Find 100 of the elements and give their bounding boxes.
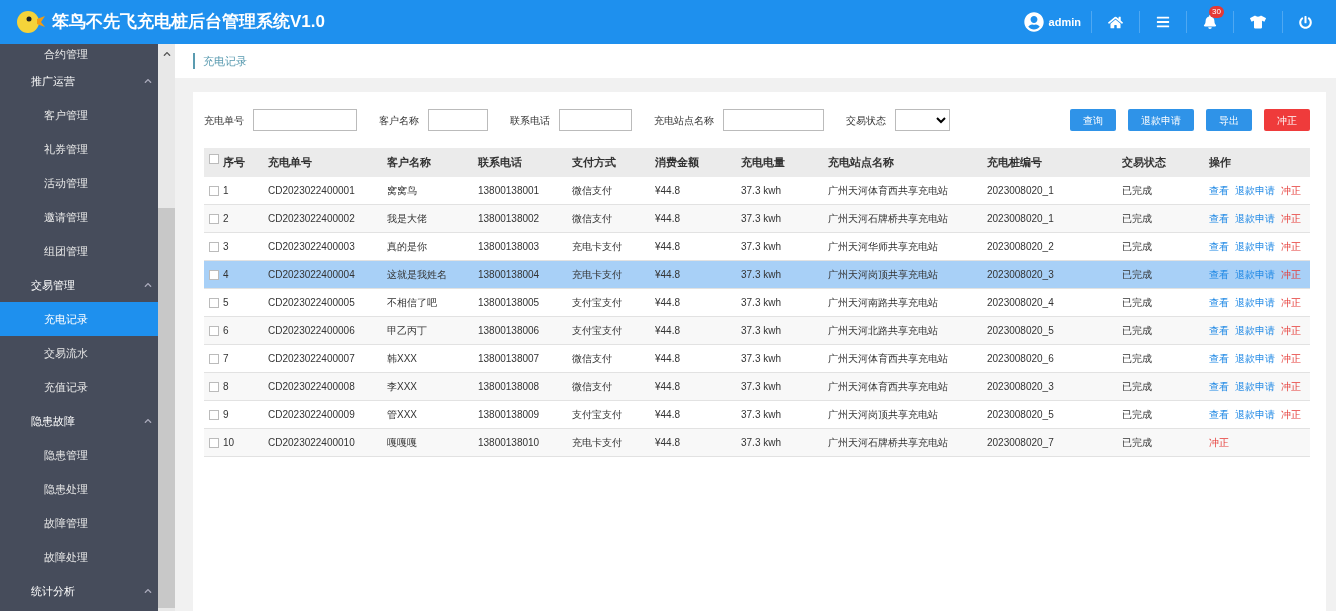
row-action-link[interactable]: 查看 (1209, 407, 1229, 422)
row-action-link[interactable]: 查看 (1209, 239, 1229, 254)
filter-input[interactable] (428, 109, 488, 131)
checkbox[interactable] (209, 297, 219, 308)
sidebar-item[interactable]: 礼券管理 (0, 132, 158, 166)
row-action-link[interactable]: 冲正 (1281, 183, 1301, 198)
action-button[interactable]: 冲正 (1264, 109, 1310, 131)
shirt-icon[interactable] (1250, 14, 1266, 30)
sidebar-item[interactable]: 故障管理 (0, 506, 158, 540)
table-cell-text: ¥44.8 (655, 408, 681, 422)
table-cell-text: 6 (223, 324, 229, 338)
row-action-link[interactable]: 退款申请 (1235, 267, 1275, 282)
row-action-link[interactable]: 退款申请 (1235, 239, 1275, 254)
sidebar-item[interactable]: 充电记录 (0, 302, 158, 336)
table-cell-text: 窝窝鸟 (387, 184, 417, 198)
table-cell-text: 甲乙丙丁 (387, 324, 427, 338)
scrollbar[interactable] (158, 44, 175, 611)
filter-input[interactable] (723, 109, 824, 131)
scroll-up-icon[interactable] (162, 50, 171, 58)
table-cell-text: 韩XXX (387, 352, 417, 366)
table-cell-text: 广州天河石牌桥共享充电站 (828, 212, 948, 226)
row-action-link[interactable]: 冲正 (1281, 295, 1301, 310)
app-title: 笨鸟不先飞充电桩后台管理系统V1.0 (52, 11, 325, 34)
home-icon[interactable] (1108, 14, 1123, 30)
sidebar-item[interactable]: 合约管理 (0, 44, 158, 64)
username[interactable]: admin (1048, 13, 1081, 31)
bell-icon[interactable] (1203, 15, 1217, 29)
row-action-link[interactable]: 冲正 (1281, 211, 1301, 226)
table-cell-text: 广州天河石牌桥共享充电站 (828, 436, 948, 450)
row-action-link[interactable]: 冲正 (1209, 435, 1229, 450)
row-action-link[interactable]: 冲正 (1281, 351, 1301, 366)
filter-input[interactable] (253, 109, 357, 131)
row-action-link[interactable]: 查看 (1209, 379, 1229, 394)
sidebar-group[interactable]: 隐患故障 (0, 404, 158, 438)
table-cell-text: ¥44.8 (655, 324, 681, 338)
table-row[interactable]: 4 CD2023022400004 这就是我姓名 13800138004 充电卡支付 ¥44.8 37.3 kwh 广州天河岗顶共享充电站 2023008020_3 已完成 查看 退款申请 冲正 (204, 261, 1310, 289)
sidebar-item[interactable]: 故障处理 (0, 540, 158, 574)
checkbox[interactable] (209, 185, 219, 196)
row-action-link[interactable]: 查看 (1209, 351, 1229, 366)
row-action-link[interactable]: 冲正 (1281, 267, 1301, 282)
breadcrumb[interactable]: 充电记录 (203, 52, 247, 70)
table-row[interactable]: 6 CD2023022400006 甲乙丙丁 13800138006 支付宝支付 ¥44.8 37.3 kwh 广州天河北路共享充电站 2023008020_5 已完成 查看 退款申请 冲正 (204, 317, 1310, 345)
action-button[interactable]: 导出 (1206, 109, 1252, 131)
row-action-link[interactable]: 退款申请 (1235, 379, 1275, 394)
sidebar-item[interactable]: 活动管理 (0, 166, 158, 200)
power-icon[interactable] (1299, 15, 1312, 29)
row-action-link[interactable]: 查看 (1209, 211, 1229, 226)
table-cell-text: 37.3 kwh (741, 268, 782, 282)
filter-input[interactable] (559, 109, 632, 131)
table-cell-text: 广州天河岗顶共享充电站 (828, 408, 938, 422)
checkbox[interactable] (209, 241, 219, 252)
sidebar-item[interactable]: 交易流水 (0, 336, 158, 370)
sidebar-group[interactable]: 推广运营 (0, 64, 158, 98)
checkbox[interactable] (209, 437, 219, 448)
row-action-link[interactable]: 退款申请 (1235, 407, 1275, 422)
row-action-link[interactable]: 冲正 (1281, 407, 1301, 422)
scroll-thumb[interactable] (158, 208, 175, 608)
checkbox[interactable] (209, 325, 219, 336)
table-cell-text: CD2023022400008 (268, 380, 355, 394)
table-cell-text: 我是大佬 (387, 212, 427, 226)
sidebar-group[interactable]: 统计分析 (0, 574, 158, 608)
sidebar-item[interactable]: 隐患管理 (0, 438, 158, 472)
row-action-link[interactable]: 查看 (1209, 183, 1229, 198)
row-action-link[interactable]: 退款申请 (1235, 351, 1275, 366)
row-action-link[interactable]: 冲正 (1281, 323, 1301, 338)
row-action-link[interactable]: 退款申请 (1235, 323, 1275, 338)
sidebar-item[interactable]: 组团管理 (0, 234, 158, 268)
row-action-link[interactable]: 冲正 (1281, 379, 1301, 394)
sidebar-item[interactable]: 隐患处理 (0, 472, 158, 506)
row-action-link[interactable]: 冲正 (1281, 239, 1301, 254)
table-row[interactable]: 8 CD2023022400008 李XXX 13800138008 微信支付 ¥44.8 37.3 kwh 广州天河体育西共享充电站 2023008020_3 已完成 查看 退款申请 冲正 (204, 373, 1310, 401)
checkbox[interactable] (209, 381, 219, 392)
checkbox[interactable] (209, 154, 219, 165)
table-row[interactable]: 2 CD2023022400002 我是大佬 13800138002 微信支付 ¥44.8 37.3 kwh 广州天河石牌桥共享充电站 2023008020_1 已完成 查看 退款申请 冲正 (204, 205, 1310, 233)
sidebar-item[interactable]: 客户管理 (0, 98, 158, 132)
row-action-link[interactable]: 退款申请 (1235, 183, 1275, 198)
action-button[interactable]: 退款申请 (1128, 109, 1194, 131)
checkbox[interactable] (209, 409, 219, 420)
row-action-link[interactable]: 查看 (1209, 295, 1229, 310)
sidebar-item[interactable]: 充值记录 (0, 370, 158, 404)
table-row[interactable]: 10 CD2023022400010 嘎嘎嘎 13800138010 充电卡支付 ¥44.8 37.3 kwh 广州天河石牌桥共享充电站 2023008020_7 已完成 冲正 (204, 429, 1310, 457)
table-cell-text: 已完成 (1122, 380, 1152, 394)
table-cell-text: 已完成 (1122, 408, 1152, 422)
checkbox[interactable] (209, 269, 219, 280)
table-cell-text: 支付宝支付 (572, 296, 622, 310)
row-action-link[interactable]: 退款申请 (1235, 295, 1275, 310)
checkbox[interactable] (209, 213, 219, 224)
table-cell-text: 2023008020_5 (987, 408, 1054, 422)
checkbox[interactable] (209, 353, 219, 364)
user-avatar-icon[interactable] (1023, 12, 1044, 32)
action-button[interactable]: 查询 (1070, 109, 1116, 131)
sidebar-group[interactable]: 交易管理 (0, 268, 158, 302)
status-select[interactable] (895, 109, 950, 131)
row-action-link[interactable]: 查看 (1209, 267, 1229, 282)
menu-icon[interactable] (1156, 15, 1170, 29)
table-cell-text: 2023008020_2 (987, 240, 1054, 254)
sidebar-item[interactable]: 邀请管理 (0, 200, 158, 234)
table-cell-text: CD2023022400002 (268, 212, 355, 226)
row-action-link[interactable]: 查看 (1209, 323, 1229, 338)
row-action-link[interactable]: 退款申请 (1235, 211, 1275, 226)
